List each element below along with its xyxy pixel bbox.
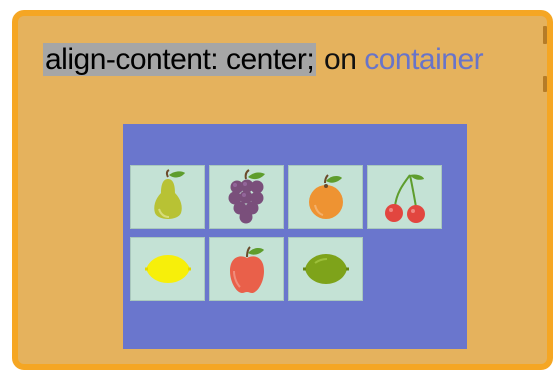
item-orange bbox=[288, 164, 363, 229]
item-grapes bbox=[209, 164, 284, 229]
item-apple bbox=[209, 236, 284, 301]
heading-connector: on bbox=[316, 43, 365, 76]
demo-heading: align-content: center; on container bbox=[43, 38, 484, 82]
css-code-highlight: align-content: center; bbox=[43, 43, 317, 76]
flex-container bbox=[123, 124, 467, 349]
cherries-icon bbox=[384, 173, 425, 223]
scrollbar-tick-bottom bbox=[543, 76, 547, 92]
scrollbar-tick-top bbox=[543, 26, 547, 44]
apple-icon bbox=[229, 245, 264, 293]
orange-icon bbox=[308, 173, 343, 219]
pear-icon bbox=[153, 168, 185, 219]
lime-icon bbox=[302, 253, 349, 284]
grapes-icon bbox=[228, 168, 265, 223]
item-lime bbox=[288, 236, 363, 301]
item-lemon bbox=[130, 236, 205, 301]
demo-frame: align-content: center; on container bbox=[12, 10, 553, 370]
item-cherries bbox=[367, 164, 442, 229]
item-pear bbox=[130, 164, 205, 229]
target-element-label: container bbox=[364, 43, 484, 76]
lemon-icon bbox=[144, 254, 191, 283]
